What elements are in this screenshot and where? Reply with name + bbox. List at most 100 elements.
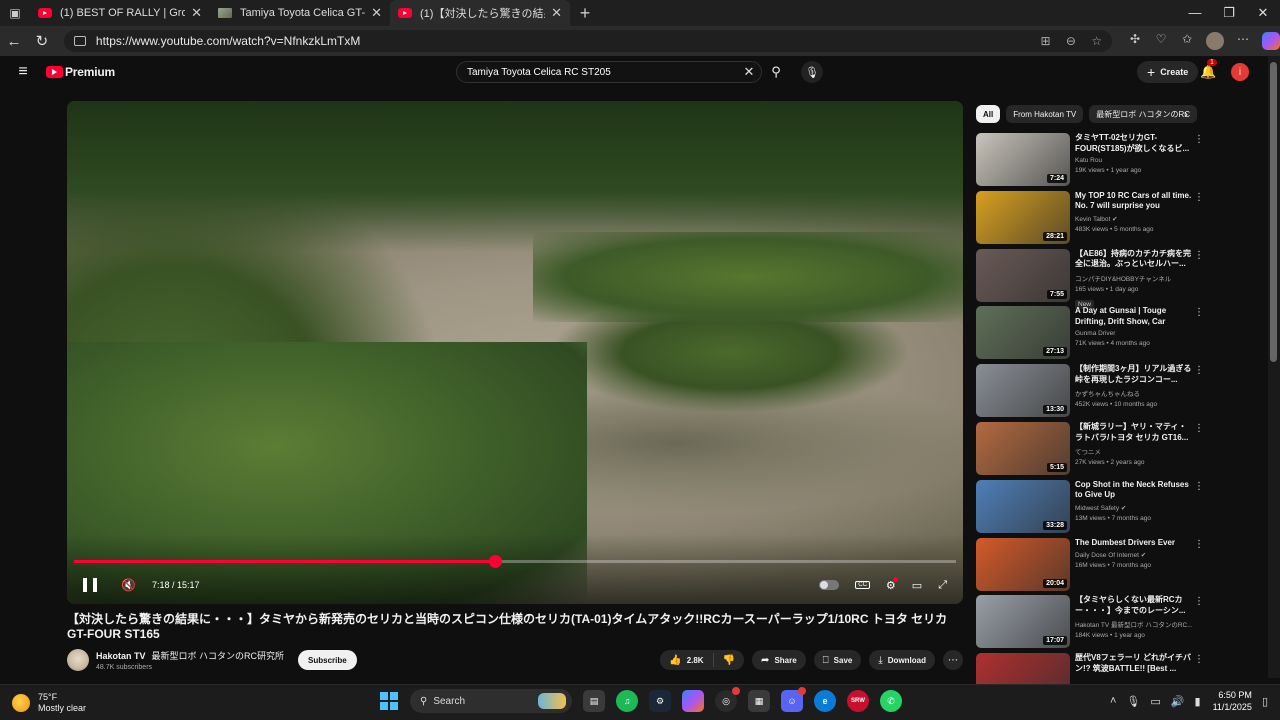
recommendation-title[interactable]: Cop Shot in the Neck Refuses to Give Up [1075, 480, 1193, 501]
more-actions-icon[interactable]: ⋯ [943, 650, 963, 670]
recommendation-channel[interactable]: Daily Dose Of Internet ✔ [1075, 551, 1193, 559]
scrubber-handle[interactable] [488, 555, 502, 568]
back-icon[interactable]: ← [0, 33, 28, 50]
video-thumbnail[interactable]: 17:07 [976, 595, 1070, 649]
recommendation-channel[interactable]: Gunma Driver [1075, 330, 1193, 337]
pause-icon[interactable] [83, 578, 97, 592]
recommendation-title[interactable]: 歴代V8フェラーリ どれがイチバン!? 筑波BATTLE!! [Best ... [1075, 653, 1193, 674]
more-options-icon[interactable]: ⋮ [1194, 365, 1204, 376]
microphone-tray-icon[interactable]: 🎙 [1126, 695, 1140, 708]
app-icon[interactable]: SRW [847, 690, 869, 712]
youtube-logo[interactable]: Premium [46, 65, 115, 79]
recommendation-item[interactable]: 28:21 My TOP 10 RC Cars of all time. No. … [976, 190, 1204, 247]
create-button[interactable]: + Create [1137, 61, 1199, 83]
download-button[interactable]: ⤓ Download [869, 650, 935, 670]
more-options-icon[interactable]: ⋮ [1194, 307, 1204, 318]
recommendation-title[interactable]: 【AE86】持病のカチカチ病を完全に退治。ぶっといセルハー... [1075, 249, 1193, 270]
recommendation-channel[interactable]: てつニメ [1075, 446, 1193, 456]
browser-tab[interactable]: Tamiya Toyota Celica GT-Four RC ✕ [210, 0, 390, 26]
fullscreen-icon[interactable]: ⤢ [938, 579, 947, 592]
recommendation-title[interactable]: タミヤTT-02セリカGT-FOUR(ST185)が欲しくなるビ... [1075, 133, 1193, 154]
recommendation-title[interactable]: 【新城ラリー】ヤリ・マティ・ラトバラ/トヨタ セリカ GT16... [1075, 422, 1193, 443]
restore-icon[interactable]: ❐ [1212, 5, 1246, 21]
copilot-icon[interactable] [1262, 32, 1280, 50]
filter-chip[interactable]: 最新型ロボ ハコタンのRC [1089, 105, 1197, 123]
recommendation-channel[interactable]: Katu Rou [1075, 157, 1193, 164]
steam-icon[interactable]: ⚙ [649, 690, 671, 712]
favorite-star-icon[interactable]: ☆ [1091, 34, 1102, 48]
channel-avatar[interactable] [67, 649, 89, 671]
store-icon[interactable]: ▦ [748, 690, 770, 712]
scrollbar-thumb[interactable] [1270, 62, 1277, 362]
recommendation-item[interactable]: 5:15 【新城ラリー】ヤリ・マティ・ラトバラ/トヨタ セリカ GT16... てつ… [976, 422, 1204, 478]
site-info-icon[interactable] [73, 36, 86, 46]
recommendation-item[interactable]: 7:55 【AE86】持病のカチカチ病を完全に退治。ぶっといセルハー... コンパチ… [976, 248, 1204, 309]
chrome-icon[interactable]: ◎ [715, 687, 740, 712]
subscribe-button[interactable]: Subscribe [298, 650, 357, 670]
more-options-icon[interactable]: ⋮ [1194, 134, 1204, 145]
clock[interactable]: 6:50 PM 11/1/2025 [1213, 689, 1252, 713]
close-tab-icon[interactable]: ✕ [371, 5, 382, 21]
clear-search-icon[interactable]: ✕ [737, 64, 761, 80]
file-explorer-icon[interactable]: ▤ [583, 690, 605, 712]
network-icon[interactable]: ▭ [1150, 695, 1160, 708]
save-button[interactable]: ⎕ Save [813, 650, 862, 670]
edge-icon[interactable]: e [814, 690, 836, 712]
video-thumbnail[interactable]: 13:30 [976, 364, 1070, 418]
recommendation-channel[interactable]: Hakotan TV 最新型ロボ ハコタンのRC... [1075, 619, 1193, 629]
recommendation-item[interactable]: 27:13 A Day at Gunsai | Touge Drifting, D… [976, 306, 1204, 362]
close-window-icon[interactable]: ✕ [1246, 5, 1280, 21]
browser-essentials-icon[interactable]: ♡ [1148, 32, 1174, 50]
recommendation-channel[interactable]: かずちゃんちゃんねる [1075, 388, 1193, 398]
settings-gear-icon[interactable]: ⚙ [886, 576, 898, 592]
progress-bar[interactable] [74, 555, 956, 568]
recommendation-channel[interactable]: Kevin Talbot ✔ [1075, 215, 1193, 223]
recommendation-title[interactable]: My TOP 10 RC Cars of all time. No. 7 wil… [1075, 191, 1193, 212]
menu-icon[interactable]: ≡ [0, 63, 46, 81]
recommendation-item[interactable]: 33:28 Cop Shot in the Neck Refuses to Giv… [976, 479, 1204, 536]
recommendation-item[interactable]: 13:30 【制作期間3ヶ月】リアル過ぎる峠を再現したラジコンコー... かずちゃん… [976, 364, 1204, 420]
close-tab-icon[interactable]: ✕ [551, 5, 562, 21]
recommendation-item[interactable]: 20:04 The Dumbest Drivers Ever Daily Dose … [976, 537, 1204, 594]
notification-center-icon[interactable]: ▯ [1262, 695, 1268, 708]
discord-icon[interactable]: ☺ [781, 687, 806, 712]
browser-tab[interactable]: (1)【対決したら驚きの結果に・・・】タミ ✕ [390, 0, 570, 26]
profile-avatar[interactable] [1206, 32, 1225, 50]
video-thumbnail[interactable]: 27:13 [976, 306, 1070, 360]
app-available-icon[interactable]: ⊞ [1040, 34, 1050, 48]
recommendation-item[interactable]: 7:24 タミヤTT-02セリカGT-FOUR(ST185)が欲しくなるビ... K… [976, 133, 1204, 189]
account-avatar[interactable]: i [1231, 63, 1249, 81]
copilot-app-icon[interactable] [682, 690, 704, 712]
search-icon[interactable]: ⚲ [762, 61, 790, 83]
extensions-icon[interactable]: ✣ [1122, 32, 1148, 50]
more-options-icon[interactable]: ⋮ [1194, 423, 1204, 434]
whatsapp-icon[interactable]: ✆ [880, 690, 902, 712]
dislike-button[interactable]: 👎 [714, 655, 744, 666]
volume-icon[interactable]: 🔊 [1171, 695, 1185, 708]
recommendation-channel[interactable]: Midwest Safety ✔ [1075, 504, 1193, 512]
recommendation-title[interactable]: 【タミヤらしくない最新RCカー・・・】今までのレーシン... [1075, 595, 1193, 616]
close-tab-icon[interactable]: ✕ [191, 5, 202, 21]
chevron-up-icon[interactable]: ˄ [1110, 695, 1116, 707]
recommendation-title[interactable]: 【制作期間3ヶ月】リアル過ぎる峠を再現したラジコンコー... [1075, 364, 1193, 385]
video-thumbnail[interactable]: 33:28 [976, 479, 1070, 533]
settings-more-icon[interactable]: ⋯ [1230, 32, 1256, 50]
new-tab-button[interactable]: + [570, 3, 600, 24]
more-options-icon[interactable]: ⋮ [1194, 481, 1204, 492]
video-thumbnail[interactable]: 5:15 [976, 422, 1070, 475]
minimize-icon[interactable]: — [1178, 5, 1212, 21]
address-bar[interactable]: https://www.youtube.com/watch?v=NfnkzkLm… [63, 30, 1113, 52]
recommendation-item[interactable]: 17:07 【タミヤらしくない最新RCカー・・・】今までのレーシン... Hakot… [976, 595, 1204, 651]
microphone-icon[interactable]: 🎙 [801, 61, 823, 83]
filter-chip[interactable]: From Hakotan TV [1006, 105, 1084, 123]
chevron-right-icon[interactable]: › [1184, 107, 1188, 121]
browser-tab[interactable]: (1) BEST OF RALLY | Group B, Gro ✕ [30, 0, 210, 26]
video-player[interactable]: 🔇 7:18 / 15:17 CC ⚙ ▭ ⤢ [67, 101, 963, 604]
more-options-icon[interactable]: ⋮ [1194, 192, 1204, 203]
refresh-icon[interactable]: ↻ [28, 32, 56, 50]
weather-widget[interactable]: 75°F Mostly clear [12, 692, 86, 714]
autoplay-toggle[interactable] [819, 580, 840, 590]
video-thumbnail[interactable]: 7:24 [976, 133, 1070, 186]
tab-actions-icon[interactable]: ▣ [0, 0, 30, 26]
recommendation-channel[interactable]: コンパチDIY&HOBBYチャンネル [1075, 273, 1193, 283]
